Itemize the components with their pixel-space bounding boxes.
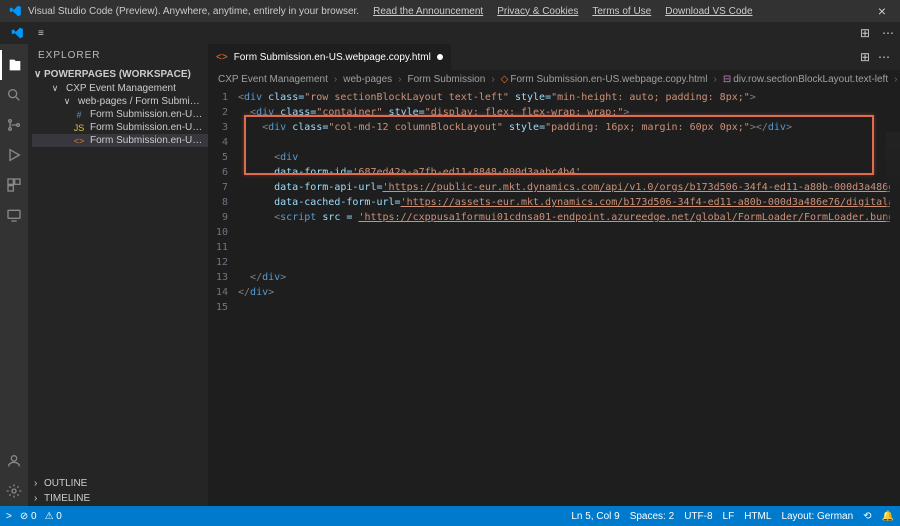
- menu-hamburger[interactable]: ≡: [30, 28, 52, 39]
- source-control-icon[interactable]: [0, 110, 28, 140]
- chevron-down-icon: ∨: [48, 83, 62, 94]
- tree-label: Form Submission.en-US.customjs.js: [90, 122, 204, 133]
- layout-mode[interactable]: Layout: German: [781, 511, 853, 522]
- workspace-label: POWERPAGES (WORKSPACE): [44, 69, 191, 80]
- cursor-position[interactable]: Ln 5, Col 9: [571, 511, 619, 522]
- timeline-section[interactable]: ›TIMELINE: [28, 491, 208, 506]
- eol[interactable]: LF: [723, 511, 735, 522]
- split-editor-icon[interactable]: ⊞: [860, 50, 870, 64]
- chevron-down-icon: ∨: [60, 96, 74, 107]
- layout-icon[interactable]: ⊞: [854, 26, 876, 40]
- remote-indicator[interactable]: >: [6, 511, 12, 522]
- html-file-icon: <>: [72, 136, 86, 146]
- tree-label: web-pages / Form Submission: [78, 96, 204, 107]
- tree-file-js[interactable]: JS Form Submission.en-US.customjs.js: [32, 121, 208, 134]
- tree-label: Form Submission.en-US.webpage.copy...: [90, 135, 204, 146]
- tab-bar: <> Form Submission.en-US.webpage.copy.ht…: [208, 44, 900, 70]
- code-body[interactable]: <div class="row sectionBlockLayout text-…: [238, 88, 890, 506]
- remote-icon[interactable]: [0, 200, 28, 230]
- modified-dot-icon: [437, 54, 443, 60]
- gear-icon[interactable]: [0, 476, 28, 506]
- breadcrumb-item[interactable]: Form Submission.en-US.webpage.copy.html: [510, 74, 707, 85]
- tab-label: Form Submission.en-US.webpage.copy.html: [234, 52, 431, 63]
- line-gutter: 123456789101112131415: [208, 88, 238, 506]
- tab-actions: ⊞ ⋯: [860, 44, 900, 70]
- outline-section[interactable]: ›OUTLINE: [28, 476, 208, 491]
- link-privacy[interactable]: Privacy & Cookies: [497, 6, 578, 17]
- link-announcement[interactable]: Read the Announcement: [373, 6, 483, 17]
- editor-tab[interactable]: <> Form Submission.en-US.webpage.copy.ht…: [208, 44, 452, 70]
- close-icon[interactable]: ×: [872, 3, 892, 19]
- menubar: ≡ ⊞ ⋯: [0, 22, 900, 44]
- breadcrumb-item[interactable]: Form Submission: [408, 74, 486, 85]
- vscode-icon: [10, 26, 24, 40]
- tree-label: CXP Event Management: [66, 83, 176, 94]
- bell-icon[interactable]: 🔔: [882, 511, 894, 522]
- tree-file-html[interactable]: <> Form Submission.en-US.webpage.copy...: [32, 134, 208, 147]
- account-icon[interactable]: [0, 446, 28, 476]
- more-icon[interactable]: ⋯: [876, 26, 900, 40]
- file-tree: ∨ CXP Event Management ∨ web-pages / Form …: [28, 82, 208, 147]
- more-icon[interactable]: ⋯: [878, 50, 890, 64]
- tree-folder[interactable]: ∨ CXP Event Management: [32, 82, 208, 95]
- extensions-icon[interactable]: [0, 170, 28, 200]
- html-file-icon: <>: [216, 52, 228, 63]
- tree-file-css[interactable]: # Form Submission.en-US.customcss.css: [32, 108, 208, 121]
- workspace-header[interactable]: ∨POWERPAGES (WORKSPACE): [28, 67, 208, 82]
- code-editor[interactable]: 123456789101112131415 <div class="row se…: [208, 88, 900, 506]
- minimap[interactable]: [886, 132, 900, 232]
- encoding[interactable]: UTF-8: [684, 511, 712, 522]
- breadcrumb-item[interactable]: web-pages: [343, 74, 392, 85]
- tree-folder[interactable]: ∨ web-pages / Form Submission: [32, 95, 208, 108]
- js-file-icon: JS: [72, 123, 86, 133]
- breadcrumb-item[interactable]: div.row.sectionBlockLayout.text-left: [733, 74, 888, 85]
- warnings-count[interactable]: ⚠ 0: [45, 511, 62, 522]
- debug-icon[interactable]: [0, 140, 28, 170]
- feedback-icon[interactable]: ⟲: [863, 511, 871, 522]
- search-icon[interactable]: [0, 80, 28, 110]
- section-label: OUTLINE: [44, 478, 87, 489]
- vscode-logo-icon: [8, 4, 22, 18]
- breadcrumb-item[interactable]: CXP Event Management: [218, 74, 328, 85]
- titlebar-links: Read the Announcement Privacy & Cookies …: [373, 6, 752, 17]
- errors-count[interactable]: ⊘ 0: [20, 511, 37, 522]
- tree-label: Form Submission.en-US.customcss.css: [90, 109, 204, 120]
- titlebar-headline: Visual Studio Code (Preview). Anywhere, …: [28, 6, 359, 17]
- link-download[interactable]: Download VS Code: [665, 6, 752, 17]
- explorer-icon[interactable]: [0, 50, 28, 80]
- section-label: TIMELINE: [44, 493, 90, 504]
- activity-bar: [0, 44, 28, 506]
- link-terms[interactable]: Terms of Use: [592, 6, 651, 17]
- sidebar-title: EXPLORER: [28, 44, 208, 67]
- indentation[interactable]: Spaces: 2: [630, 511, 674, 522]
- css-file-icon: #: [72, 110, 86, 120]
- breadcrumbs[interactable]: CXP Event Management› web-pages› Form Su…: [208, 70, 900, 88]
- status-bar: > ⊘ 0 ⚠ 0 Ln 5, Col 9 Spaces: 2 UTF-8 LF…: [0, 506, 900, 526]
- browser-titlebar: Visual Studio Code (Preview). Anywhere, …: [0, 0, 900, 22]
- sidebar: EXPLORER ∨POWERPAGES (WORKSPACE) ∨CXP Ev…: [28, 44, 208, 506]
- language-mode[interactable]: HTML: [744, 511, 771, 522]
- editor-area: <> Form Submission.en-US.webpage.copy.ht…: [208, 44, 900, 506]
